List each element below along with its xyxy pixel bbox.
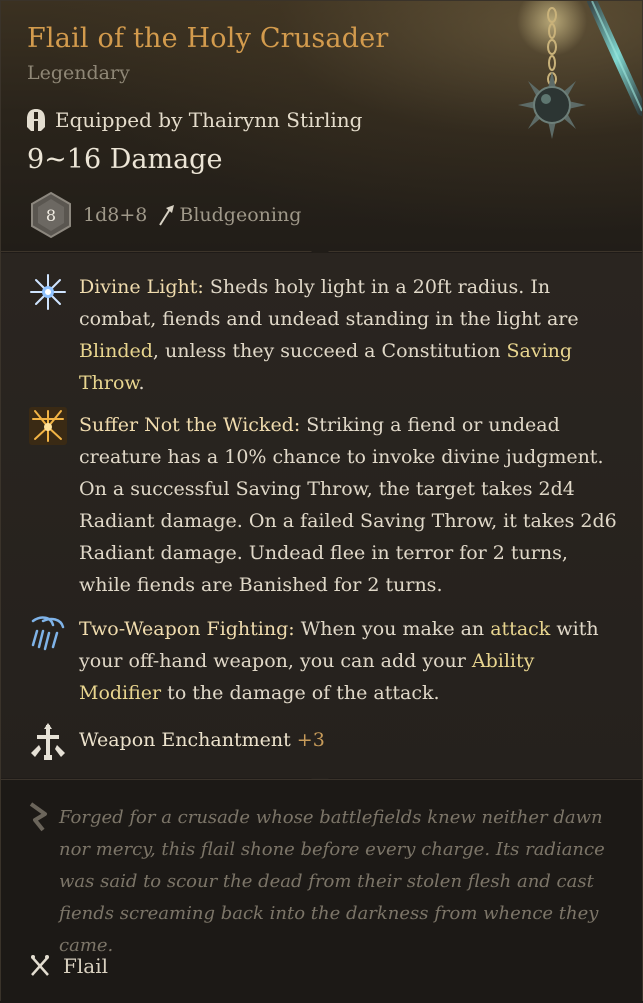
damage-range: 9~16 Damage	[27, 144, 223, 175]
damage-type: Bludgeoning	[157, 204, 301, 226]
item-tooltip: Flail of the Holy Crusader Legendary Equ…	[0, 0, 643, 1003]
weapon-type-row: Flail	[29, 950, 108, 982]
weapon-enchantment-icon	[31, 723, 65, 760]
bludgeoning-icon	[159, 205, 175, 226]
item-rarity: Legendary	[27, 62, 130, 84]
property-name: Suffer Not the Wicked:	[79, 414, 301, 436]
lore-quill-icon	[29, 802, 47, 832]
equipped-by-row: Equipped by Thairynn Stirling	[25, 106, 362, 134]
dice-value: 8	[46, 206, 56, 225]
properties-section: Divine Light: Sheds holy light in a 20ft…	[1, 253, 642, 778]
weapon-enchantment: Weapon Enchantment +3	[79, 729, 325, 751]
property-divine-light: Divine Light: Sheds holy light in a 20ft…	[79, 276, 579, 394]
two-weapon-fighting-icon	[31, 616, 65, 651]
property-two-weapon-fighting: Two-Weapon Fighting: When you make an at…	[79, 618, 599, 704]
tooltip-header: Flail of the Holy Crusader Legendary Equ…	[1, 1, 642, 252]
property-name: Two-Weapon Fighting:	[79, 618, 295, 640]
enchantment-label: Weapon Enchantment	[79, 729, 291, 751]
property-name: Divine Light:	[79, 276, 204, 298]
divine-light-icon	[30, 274, 66, 310]
flail-type-icon	[31, 955, 49, 976]
keyword-blinded[interactable]: Blinded	[79, 340, 153, 362]
equipped-by-text: Equipped by Thairynn Stirling	[55, 108, 363, 132]
damage-dice-row: 8 1d8+8 Bludgeoning	[29, 191, 301, 239]
enchantment-bonus: +3	[296, 729, 325, 751]
weapon-type-label: Flail	[63, 954, 108, 978]
keyword-attack[interactable]: attack	[490, 618, 550, 640]
property-suffer-not-the-wicked: Suffer Not the Wicked: Striking a fiend …	[79, 414, 617, 596]
lore-section: Forged for a crusade whose battlefields …	[1, 779, 642, 1003]
lore-text: Forged for a crusade whose battlefields …	[59, 807, 605, 956]
damage-type-label: Bludgeoning	[179, 204, 302, 226]
item-title: Flail of the Holy Crusader	[27, 23, 389, 54]
d8-dice-icon: 8	[31, 191, 71, 239]
character-helmet-icon	[27, 109, 45, 131]
suffer-not-the-wicked-icon	[29, 407, 67, 445]
flail-weapon-image	[517, 1, 642, 139]
dice-formula: 1d8+8	[83, 204, 148, 226]
